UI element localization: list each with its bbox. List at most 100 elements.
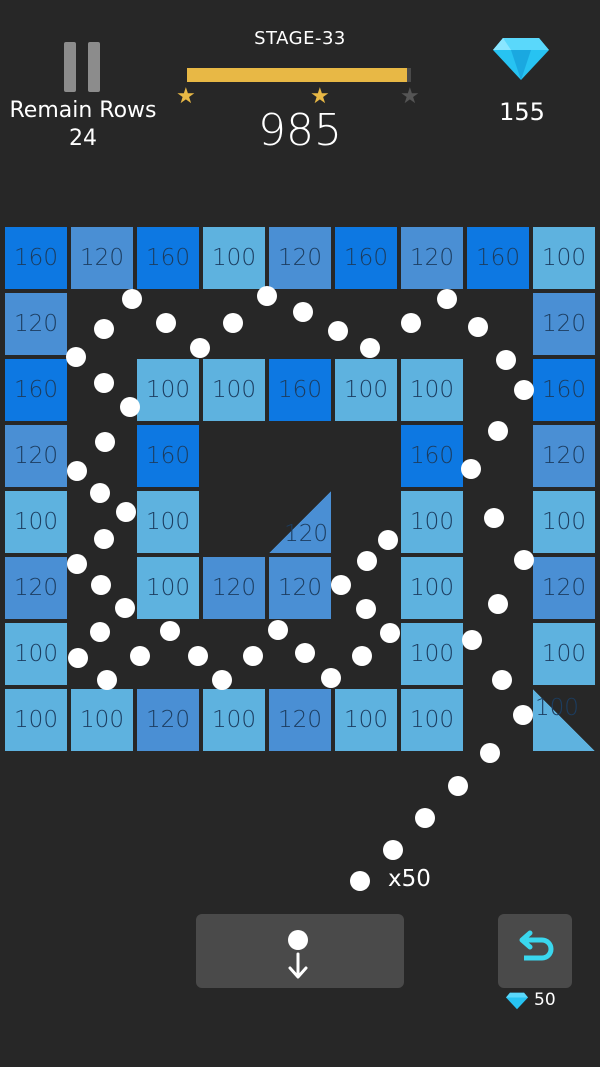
ball	[90, 483, 110, 503]
undo-cost: 50	[534, 990, 556, 1010]
brick: 120	[71, 227, 133, 289]
ball	[94, 373, 114, 393]
brick: 160	[467, 227, 529, 289]
ball	[352, 646, 372, 666]
ball	[448, 776, 468, 796]
brick: 100	[203, 359, 265, 421]
ball	[116, 502, 136, 522]
brick: 160	[533, 359, 595, 421]
brick: 100	[533, 227, 595, 289]
brick: 100	[137, 491, 199, 553]
brick: 120	[137, 689, 199, 751]
ball	[243, 646, 263, 666]
ball	[95, 432, 115, 452]
ball-count: x50	[388, 866, 431, 892]
ball	[461, 459, 481, 479]
brick: 120	[203, 557, 265, 619]
brick: 120	[5, 425, 67, 487]
ball	[130, 646, 150, 666]
ball	[437, 289, 457, 309]
brick: 100	[401, 689, 463, 751]
ball	[122, 289, 142, 309]
ball	[357, 551, 377, 571]
brick: 120	[401, 227, 463, 289]
brick: 120	[5, 557, 67, 619]
brick: 160	[335, 227, 397, 289]
game-board[interactable]: 160 120 160 100 120 160 120 160 100 120 120 160 100 1…	[0, 0, 600, 1067]
ball	[331, 575, 351, 595]
drop-balls-button[interactable]	[196, 914, 404, 988]
ball	[380, 623, 400, 643]
brick: 120	[269, 689, 331, 751]
ball-icon	[288, 930, 308, 950]
ball	[513, 705, 533, 725]
diamond-icon	[506, 992, 528, 1010]
ball	[223, 313, 243, 333]
brick: 100	[335, 359, 397, 421]
brick: 120	[533, 425, 595, 487]
ball	[156, 313, 176, 333]
brick: 120	[533, 293, 595, 355]
ball	[360, 338, 380, 358]
ball	[356, 599, 376, 619]
brick: 120	[5, 293, 67, 355]
brick: 100	[401, 623, 463, 685]
ball	[66, 347, 86, 367]
arrow-down-icon	[288, 952, 308, 979]
ball	[488, 594, 508, 614]
brick: 100	[401, 491, 463, 553]
ball	[67, 461, 87, 481]
brick: 100	[5, 689, 67, 751]
ball	[415, 808, 435, 828]
ball	[120, 397, 140, 417]
brick: 160	[5, 359, 67, 421]
ball	[188, 646, 208, 666]
brick: 100	[533, 491, 595, 553]
ball	[115, 598, 135, 618]
ball	[480, 743, 500, 763]
ball	[67, 554, 87, 574]
undo-icon	[519, 930, 554, 961]
brick: 120	[533, 557, 595, 619]
brick: 100	[137, 359, 199, 421]
ball	[91, 575, 111, 595]
ball	[94, 529, 114, 549]
brick: 120	[269, 491, 331, 553]
ball	[468, 317, 488, 337]
ball	[212, 670, 232, 690]
ball	[514, 380, 534, 400]
brick: 100	[5, 491, 67, 553]
ball	[492, 670, 512, 690]
ball	[328, 321, 348, 341]
brick: 160	[269, 359, 331, 421]
brick: 160	[137, 425, 199, 487]
ball	[295, 643, 315, 663]
brick: 160	[401, 425, 463, 487]
brick: 100	[203, 689, 265, 751]
ball	[293, 302, 313, 322]
brick: 100	[137, 557, 199, 619]
brick: 100	[203, 227, 265, 289]
ball	[160, 621, 180, 641]
brick: 100	[5, 623, 67, 685]
ball	[401, 313, 421, 333]
ball	[190, 338, 210, 358]
ball	[462, 630, 482, 650]
brick: 100	[533, 689, 595, 751]
ball	[257, 286, 277, 306]
ball	[94, 319, 114, 339]
undo-button[interactable]	[498, 914, 572, 988]
ball	[90, 622, 110, 642]
brick: 100	[533, 623, 595, 685]
brick: 100	[401, 359, 463, 421]
ball	[383, 840, 403, 860]
brick: 160	[137, 227, 199, 289]
brick: 120	[269, 557, 331, 619]
ball	[268, 620, 288, 640]
ball	[488, 421, 508, 441]
brick: 100	[335, 689, 397, 751]
brick: 120	[269, 227, 331, 289]
brick: 100	[401, 557, 463, 619]
ball	[378, 530, 398, 550]
ball	[321, 668, 341, 688]
